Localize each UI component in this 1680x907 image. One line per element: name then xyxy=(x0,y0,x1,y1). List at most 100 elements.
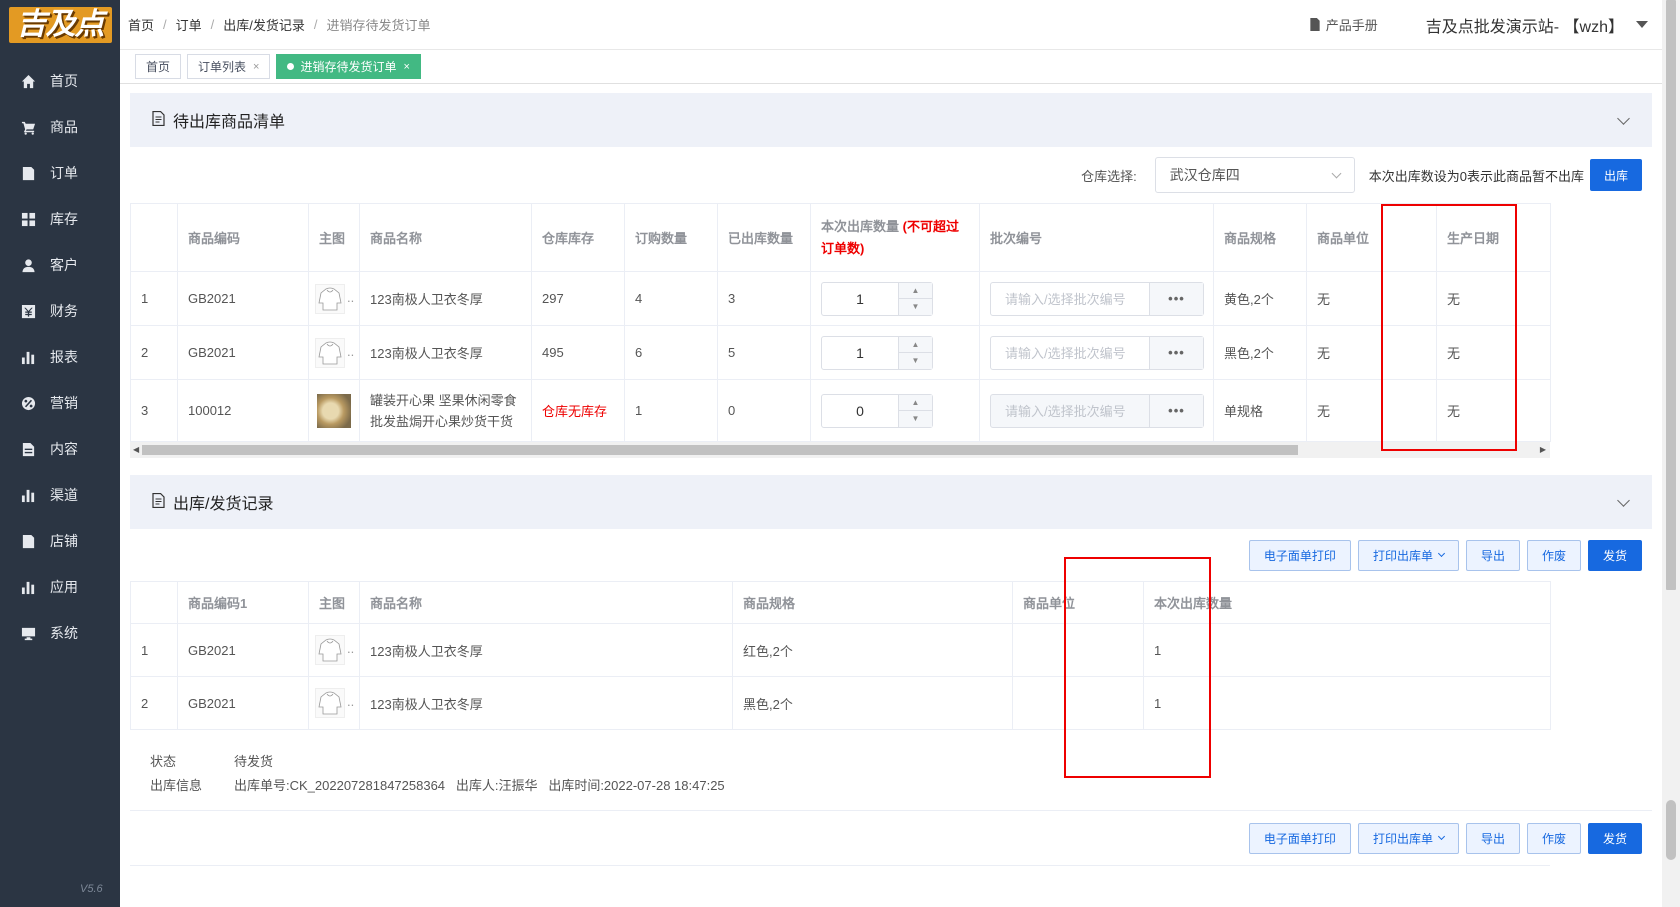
decrease-icon[interactable]: ▼ xyxy=(899,352,932,369)
quantity-value[interactable]: 1 xyxy=(822,283,898,315)
cell-qty: 1 ▲ ▼ xyxy=(810,271,980,326)
sidebar-item-label: 首页 xyxy=(50,73,78,89)
tag-order-list[interactable]: 订单列表 × xyxy=(187,54,271,79)
warehouse-select[interactable]: 武汉仓库四 xyxy=(1154,157,1355,193)
sidebar-item-orders[interactable]: 订单 xyxy=(0,150,120,196)
quantity-stepper[interactable]: 1 ▲ ▼ xyxy=(821,281,933,316)
quantity-value[interactable]: 0 xyxy=(822,395,898,427)
sidebar-item-system[interactable]: 系统 xyxy=(0,610,120,656)
cell-image: .. xyxy=(308,271,360,326)
cell-spec: 红色,2个 xyxy=(732,623,1013,677)
record-action-bar-2: 电子面单打印 打印出库单 导出 作废 发货 xyxy=(130,811,1652,865)
sidebar-item-reports[interactable]: 报表 xyxy=(0,334,120,380)
void-button[interactable]: 作废 xyxy=(1526,822,1581,854)
sidebar: 吉及点 首页 商品 订单 库存 客户 财务 报表 营销 内容 渠道 店铺 应用 … xyxy=(0,0,120,907)
user-icon xyxy=(20,257,36,273)
export-button[interactable]: 导出 xyxy=(1465,822,1520,854)
breadcrumb-item[interactable]: 订单 xyxy=(176,15,202,34)
sidebar-item-apps[interactable]: 应用 xyxy=(0,564,120,610)
print-outbound-button[interactable]: 打印出库单 xyxy=(1357,822,1459,854)
home-icon xyxy=(20,73,36,89)
decrease-icon[interactable]: ▼ xyxy=(899,298,932,315)
vertical-scrollbar[interactable] xyxy=(1662,0,1680,907)
logo[interactable]: 吉及点 xyxy=(0,0,120,50)
batch-placeholder[interactable]: 请输入/选择批次编号 xyxy=(991,337,1149,369)
col-header: 批次编号 xyxy=(979,203,1214,272)
decrease-icon[interactable]: ▼ xyxy=(899,410,932,427)
sidebar-item-customers[interactable]: 客户 xyxy=(0,242,120,288)
void-button[interactable]: 作废 xyxy=(1526,539,1581,571)
cell-date: 无 xyxy=(1436,325,1551,380)
bar-chart-icon xyxy=(20,579,36,595)
cell-no: 3 xyxy=(130,379,178,442)
scroll-thumb[interactable] xyxy=(1666,0,1676,590)
sidebar-item-label: 库存 xyxy=(50,211,78,227)
panel-pending-items-header[interactable]: 待出库商品清单 xyxy=(130,93,1652,147)
ship-button[interactable]: 发货 xyxy=(1587,822,1642,854)
cell-spec: 黑色,2个 xyxy=(732,676,1013,730)
version: V5.6 xyxy=(80,883,103,895)
close-icon[interactable]: × xyxy=(253,61,259,73)
ship-button[interactable]: 发货 xyxy=(1587,539,1642,571)
batch-input-disabled: 请输入/选择批次编号 ••• xyxy=(990,393,1204,428)
more-icon[interactable]: ••• xyxy=(1149,282,1203,315)
batch-input[interactable]: 请输入/选择批次编号 ••• xyxy=(990,281,1204,316)
print-outbound-button[interactable]: 打印出库单 xyxy=(1357,539,1459,571)
breadcrumb-item[interactable]: 出库/发货记录 xyxy=(223,15,305,34)
sidebar-item-inventory[interactable]: 库存 xyxy=(0,196,120,242)
bar-chart-icon xyxy=(20,349,36,365)
eprint-button[interactable]: 电子面单打印 xyxy=(1248,539,1351,571)
cell-image xyxy=(308,379,360,442)
breadcrumb-item[interactable]: 首页 xyxy=(128,15,154,34)
close-icon[interactable]: × xyxy=(403,61,409,73)
site-user[interactable]: 吉及点批发演示站- 【wzh】 xyxy=(1426,13,1624,37)
hoodie-thumbnail[interactable] xyxy=(315,688,345,718)
sidebar-item-marketing[interactable]: 营销 xyxy=(0,380,120,426)
scroll-thumb-secondary[interactable] xyxy=(1666,800,1676,860)
sidebar-item-products[interactable]: 商品 xyxy=(0,104,120,150)
print-outbound-label: 打印出库单 xyxy=(1372,831,1433,846)
hoodie-thumbnail[interactable] xyxy=(315,337,345,368)
quantity-value[interactable]: 1 xyxy=(822,337,898,369)
panel-shipping-records-header[interactable]: 出库/发货记录 xyxy=(130,475,1652,529)
quantity-stepper[interactable]: 0 ▲ ▼ xyxy=(821,393,933,428)
sidebar-item-shop[interactable]: 店铺 xyxy=(0,518,120,564)
caret-down-icon[interactable] xyxy=(1636,21,1648,28)
cell-no: 2 xyxy=(130,676,178,730)
hoodie-thumbnail[interactable] xyxy=(315,635,345,665)
increase-icon[interactable]: ▲ xyxy=(899,395,932,411)
cell-batch: 请输入/选择批次编号 ••• xyxy=(979,325,1214,380)
sidebar-item-channels[interactable]: 渠道 xyxy=(0,472,120,518)
pistachio-thumbnail[interactable] xyxy=(317,393,351,428)
sidebar-item-finance[interactable]: 财务 xyxy=(0,288,120,334)
sidebar-item-content[interactable]: 内容 xyxy=(0,426,120,472)
horizontal-scrollbar[interactable]: ◀ ▶ xyxy=(130,442,1550,458)
cell-name: 123南极人卫衣冬厚 xyxy=(359,271,532,326)
col-header xyxy=(130,203,178,272)
outbound-button[interactable]: 出库 xyxy=(1589,159,1642,191)
increase-icon[interactable]: ▲ xyxy=(899,337,932,353)
breadcrumb-item-current: 进销存待发货订单 xyxy=(326,18,431,33)
scroll-right-icon[interactable]: ▶ xyxy=(1540,445,1546,454)
batch-input[interactable]: 请输入/选择批次编号 ••• xyxy=(990,335,1204,370)
col-header: 商品名称 xyxy=(359,581,733,624)
increase-icon[interactable]: ▲ xyxy=(899,283,932,299)
batch-placeholder[interactable]: 请输入/选择批次编号 xyxy=(991,283,1149,315)
manual-link[interactable]: 产品手册 xyxy=(1309,15,1378,34)
quantity-stepper[interactable]: 1 ▲ ▼ xyxy=(821,335,933,370)
scroll-thumb[interactable] xyxy=(142,445,1298,455)
eprint-button[interactable]: 电子面单打印 xyxy=(1248,822,1351,854)
outbound-info-line: 出库信息 出库单号:CK_202207281847258364 出库人:汪振华 … xyxy=(150,772,1632,796)
chevron-down-icon[interactable] xyxy=(1617,111,1630,125)
more-icon[interactable]: ••• xyxy=(1149,336,1203,369)
tag-home[interactable]: 首页 xyxy=(135,54,182,79)
cell-date: 无 xyxy=(1436,271,1551,326)
panel-title: 待出库商品清单 xyxy=(173,114,286,131)
export-button[interactable]: 导出 xyxy=(1465,539,1520,571)
chevron-down-icon[interactable] xyxy=(1617,493,1630,507)
col-header: 商品单位 xyxy=(1012,581,1144,624)
sidebar-item-home[interactable]: 首页 xyxy=(0,58,120,104)
scroll-left-icon[interactable]: ◀ xyxy=(133,445,139,454)
tag-pending-orders[interactable]: 进销存待发货订单 × xyxy=(276,54,421,79)
hoodie-thumbnail[interactable] xyxy=(315,283,345,314)
